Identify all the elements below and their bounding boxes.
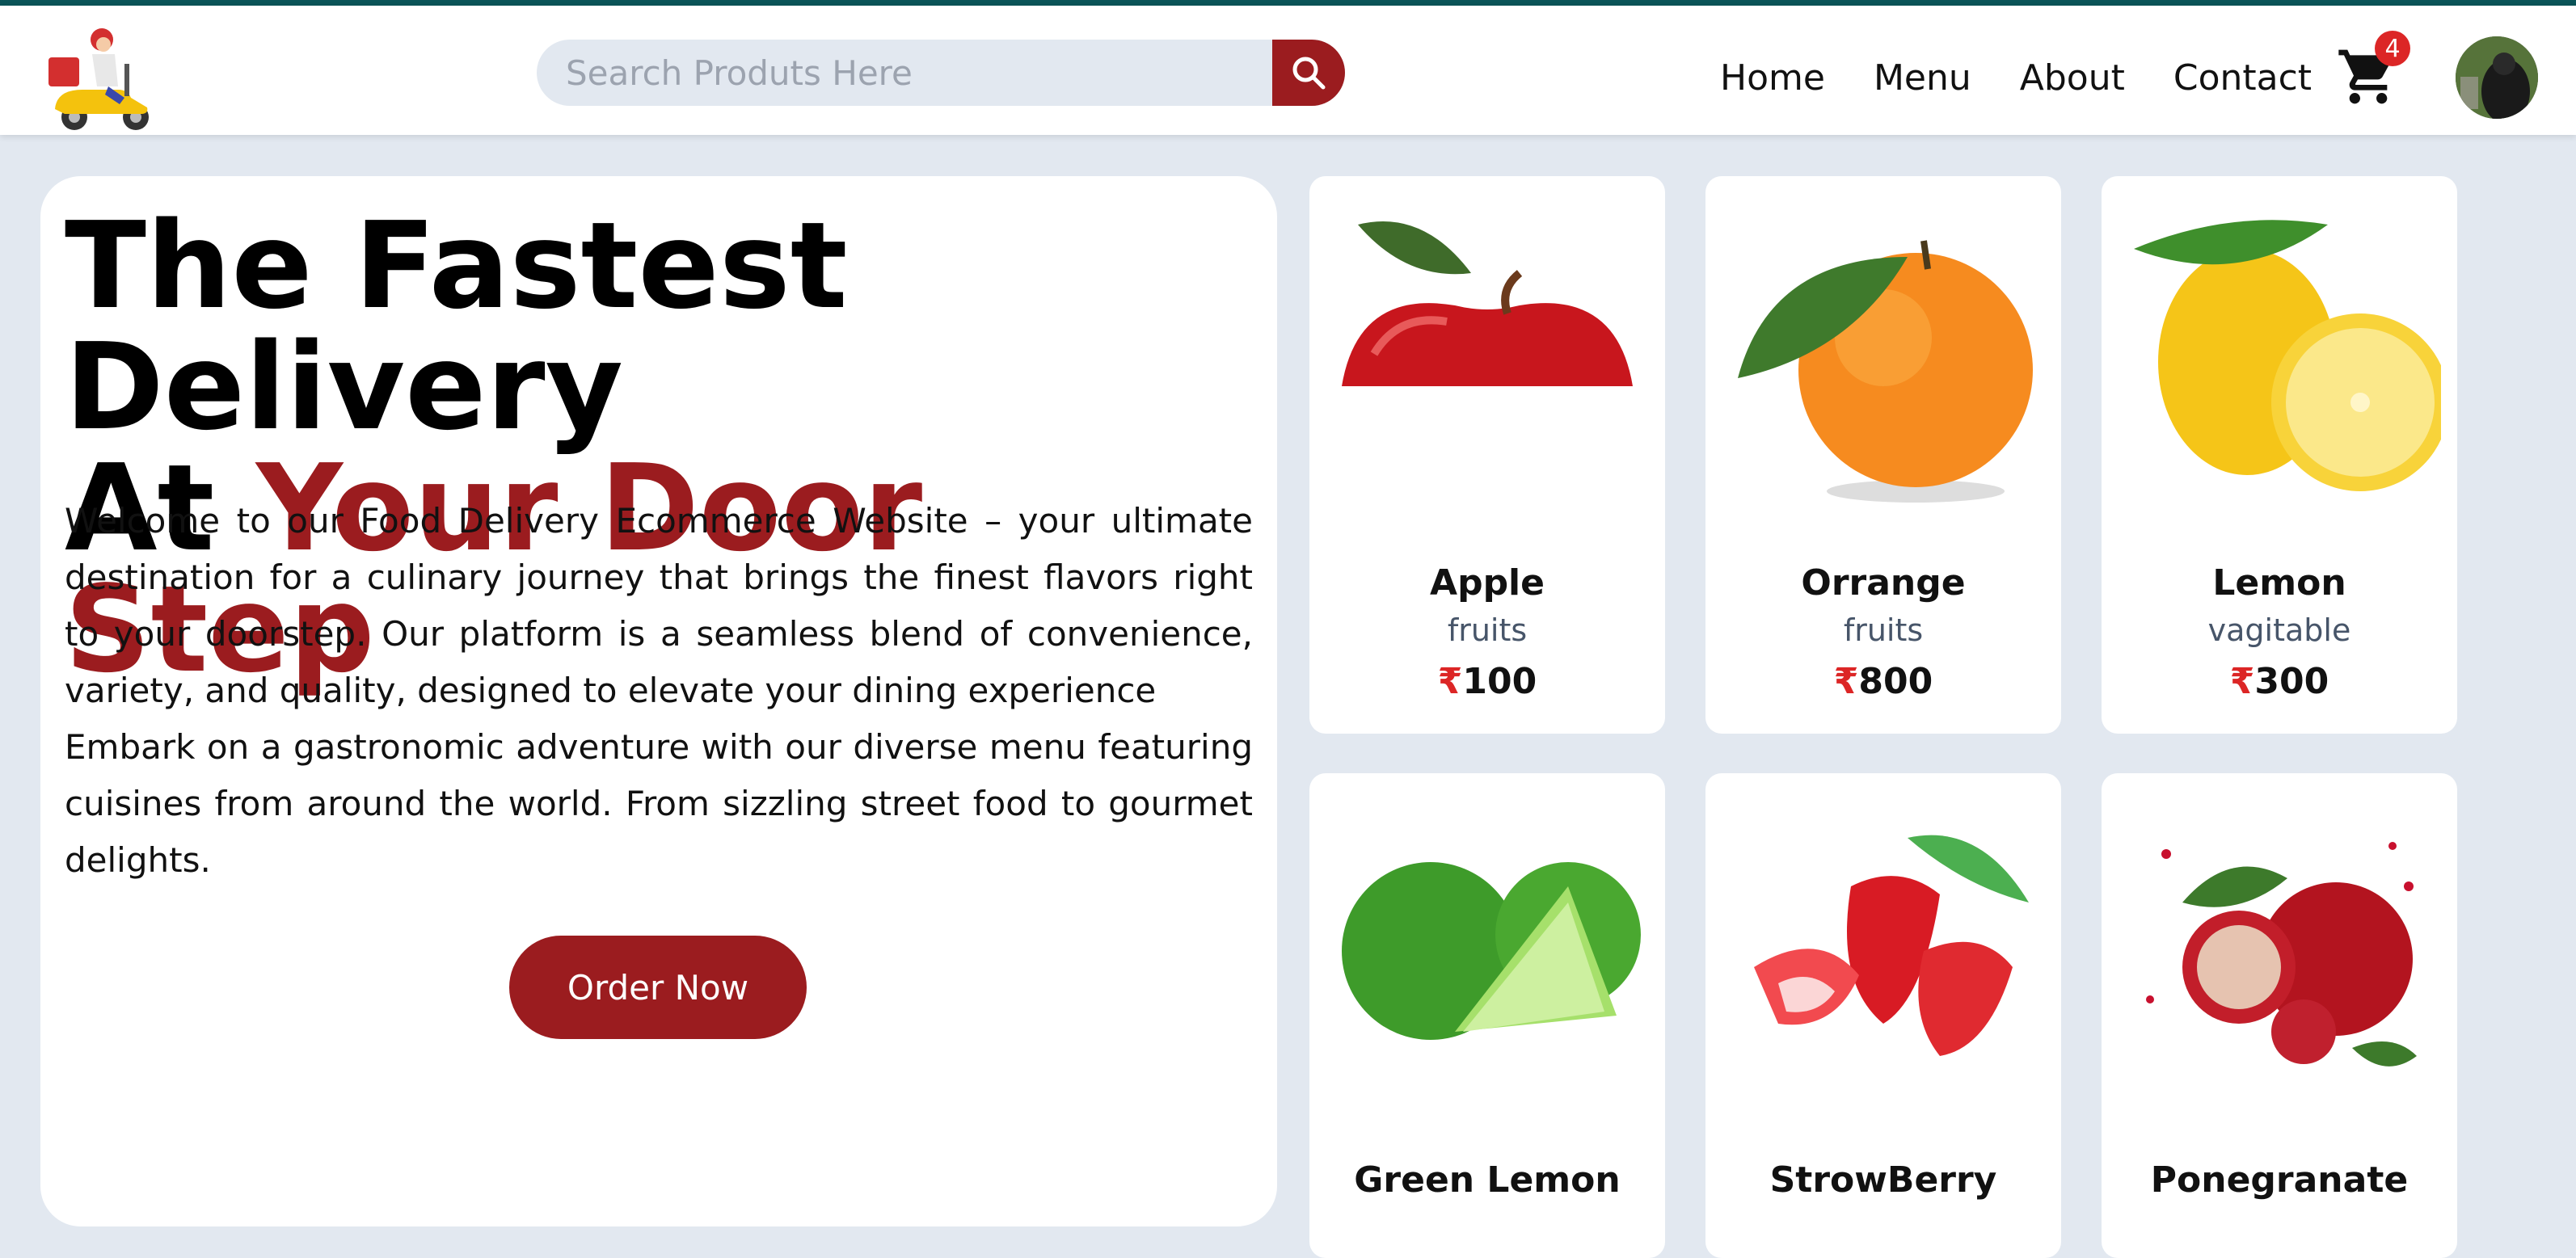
cart-count-badge: 4 [2375,31,2410,66]
search-input[interactable] [537,40,1264,106]
hero-card: The Fastest Delivery At Your Door Step W… [40,176,1277,1226]
pomegranate-image [2146,842,2417,1067]
nav-home[interactable]: Home [1720,54,1825,103]
hero-description: Welcome to our Food Delivery Ecommerce W… [65,493,1253,889]
apple-image [1342,221,1633,386]
product-card-pomegranate[interactable]: Ponegranate [2102,773,2457,1258]
strawberry-image [1754,835,2029,1056]
hero-paragraph-1: Welcome to our Food Delivery Ecommerce W… [65,501,1253,710]
product-name: Ponegranate [2150,1159,2409,1201]
product-category: vagitable [2207,612,2351,648]
price-value: 800 [1858,661,1933,702]
search-button[interactable] [1272,40,1345,106]
product-category: fruits [1447,612,1528,648]
product-price: ₹100 [1309,661,1665,702]
user-avatar[interactable] [2456,36,2538,119]
hero-title-line1: The Fastest Delivery [65,196,848,456]
hero-paragraph-2: Embark on a gastronomic adventure with o… [65,727,1253,880]
product-name: Lemon [2212,562,2346,604]
green-lemon-image [1342,862,1641,1040]
product-category: fruits [1843,612,1924,648]
price-value: 300 [2254,661,2329,702]
delivery-scooter-logo[interactable] [40,20,158,137]
product-card-apple[interactable]: Apple fruits ₹100 [1309,176,1665,734]
lemon-image [2134,220,2441,491]
product-name: Orrange [1801,562,1966,604]
nav-menu[interactable]: Menu [1874,54,1971,103]
price-value: 100 [1462,661,1537,702]
nav-about[interactable]: About [2020,54,2125,103]
product-price: ₹800 [1705,661,2061,702]
product-name: Green Lemon [1354,1159,1621,1201]
product-name: Apple [1430,562,1545,604]
product-card-green-lemon[interactable]: Green Lemon [1309,773,1665,1258]
rupee-symbol: ₹ [1833,661,1859,702]
nav-contact[interactable]: Contact [2173,54,2312,103]
product-card-lemon[interactable]: Lemon vagitable ₹300 [2102,176,2457,734]
rupee-symbol: ₹ [2229,661,2255,702]
search-icon [1292,57,1326,90]
header: Home Menu About Contact 4 [0,6,2576,135]
product-card-strawberry[interactable]: StrowBerry [1705,773,2061,1258]
product-name: StrowBerry [1769,1159,1997,1201]
search-bar [537,40,1345,106]
top-accent-line [0,0,2576,6]
product-price: ₹300 [2102,661,2457,702]
product-card-orange[interactable]: Orrange fruits ₹800 [1705,176,2061,734]
orange-image [1738,240,2033,503]
order-now-button[interactable]: Order Now [509,936,807,1039]
rupee-symbol: ₹ [1437,661,1463,702]
main-nav: Home Menu About Contact [1720,54,2360,103]
